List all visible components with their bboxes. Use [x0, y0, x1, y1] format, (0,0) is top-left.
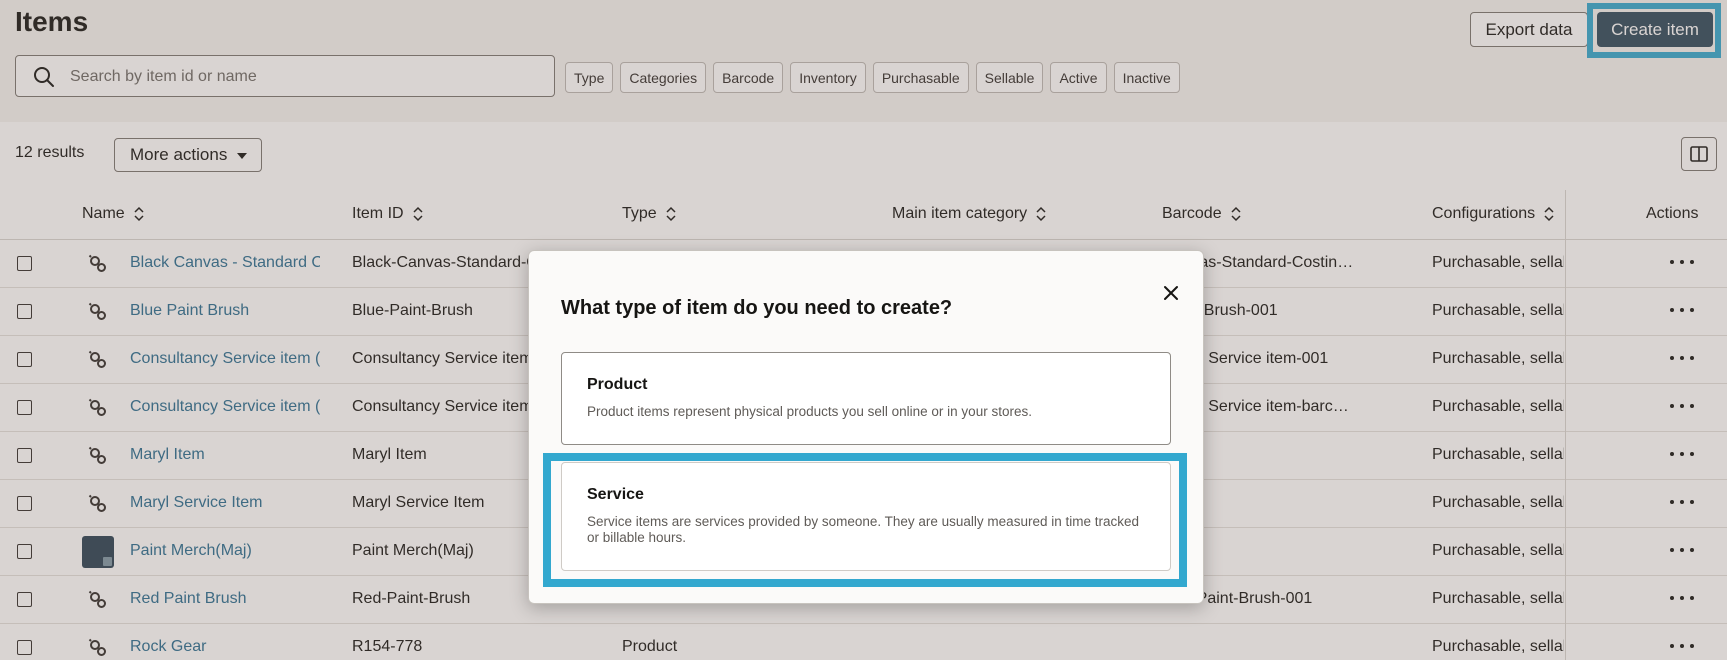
service-option-highlight: [543, 453, 1187, 587]
items-page: Items Export data Create item Type Categ…: [0, 0, 1727, 660]
dialog-title: What type of item do you need to create?: [561, 297, 953, 319]
option-description: Product items represent physical product…: [587, 404, 1032, 419]
product-option-card[interactable]: Product Product items represent physical…: [561, 352, 1171, 445]
option-title: Product: [587, 376, 648, 393]
close-icon[interactable]: [1162, 284, 1180, 302]
